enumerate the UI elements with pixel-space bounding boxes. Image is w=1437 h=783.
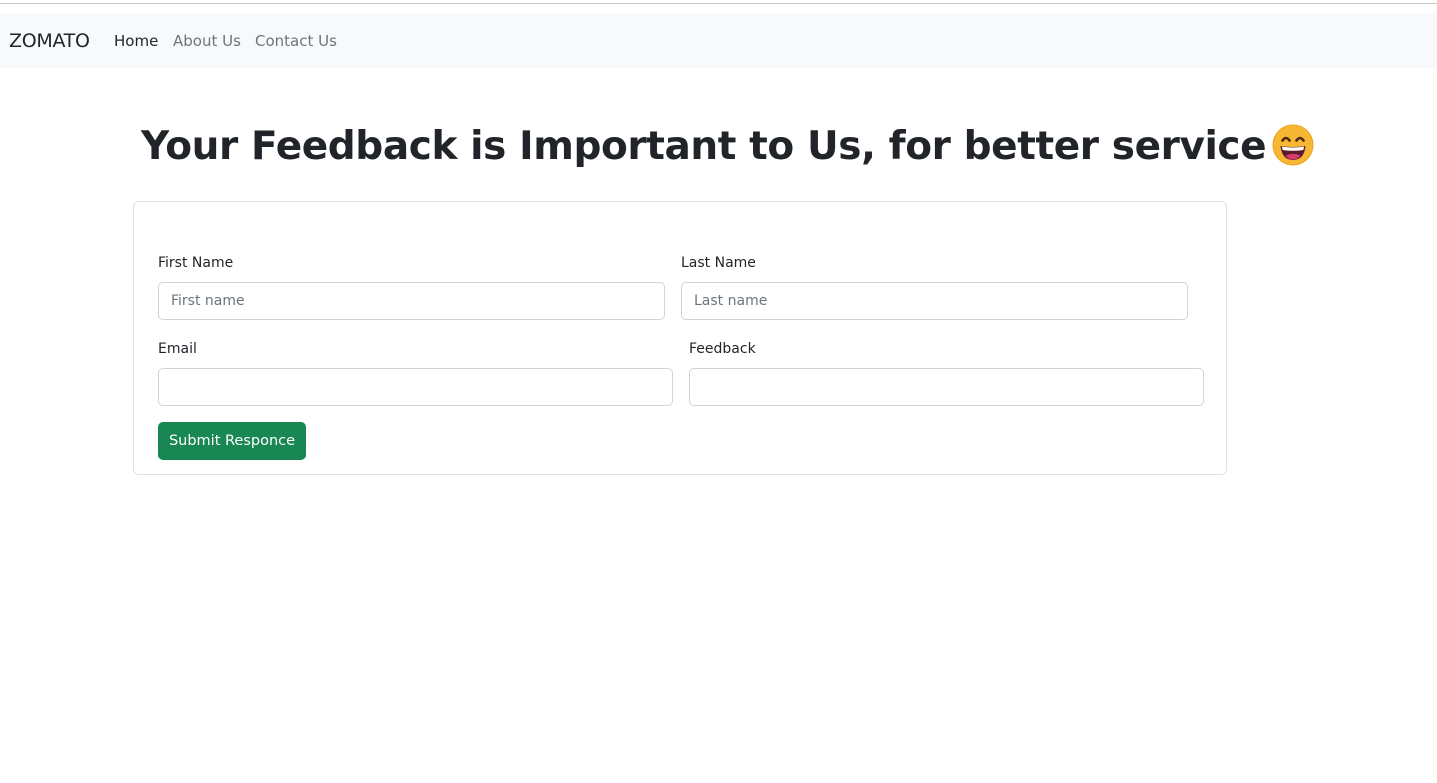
email-input[interactable] [158, 368, 673, 406]
navbar: ZOMATO Home About Us Contact Us [0, 13, 1437, 68]
nav-link-contact-us[interactable]: Contact Us [255, 32, 337, 50]
submit-response-button[interactable]: Submit Responce [158, 422, 306, 460]
last-name-input[interactable] [681, 282, 1188, 320]
email-label: Email [158, 341, 197, 357]
first-name-input[interactable] [158, 282, 665, 320]
first-name-label: First Name [158, 255, 234, 271]
last-name-label: Last Name [681, 255, 756, 271]
feedback-label: Feedback [689, 341, 756, 357]
nav-link-about-us[interactable]: About Us [173, 32, 241, 50]
page-heading: Your Feedback is Important to Us, for be… [141, 120, 1314, 174]
window-top-border [0, 3, 1437, 4]
page-heading-text: Your Feedback is Important to Us, for be… [141, 124, 1267, 169]
navbar-brand[interactable]: ZOMATO [9, 29, 90, 53]
grinning-face-icon [1272, 124, 1314, 165]
nav-link-home[interactable]: Home [114, 32, 158, 50]
feedback-form-card: First Name Last Name Email Feedback Subm… [133, 201, 1227, 475]
feedback-input[interactable] [689, 368, 1204, 406]
